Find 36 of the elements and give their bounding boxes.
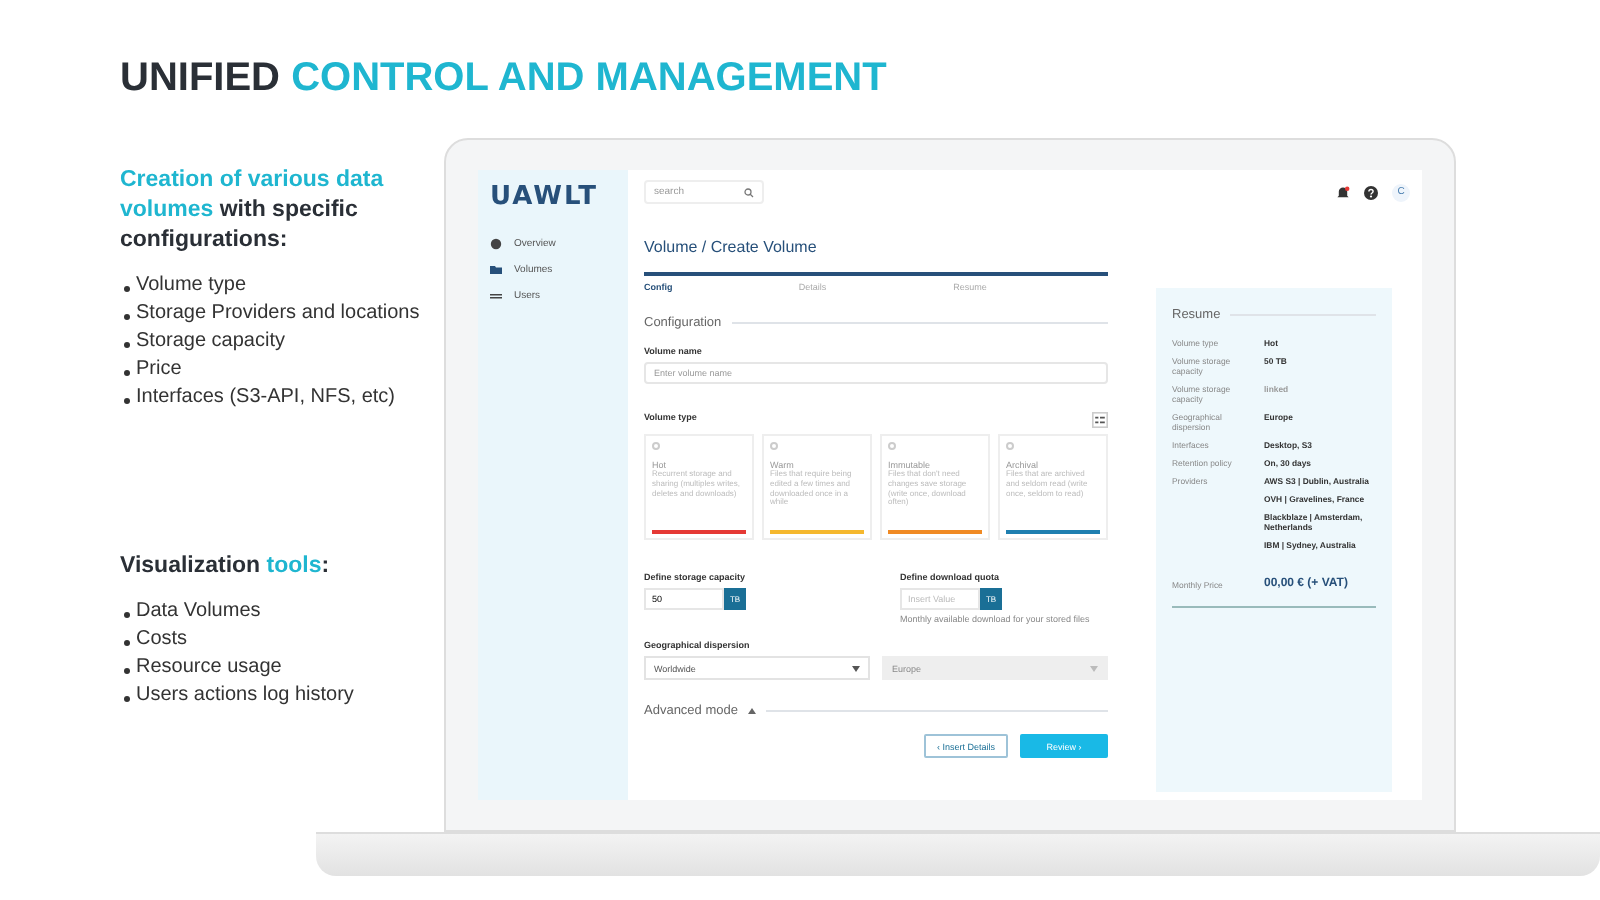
bullet-text: Price [136,355,182,384]
page-title: Volume / Create Volume [644,238,819,256]
bullet-icon [124,667,130,674]
slide-title: UNIFIED CONTROL AND MANAGEMENT [120,56,889,102]
bullet-text: Storage Providers and locations [136,299,420,328]
caret-icon [1090,665,1098,671]
radio-icon [888,442,896,450]
section-heading: Creation of various data volumes with specific configurations: [120,166,386,256]
bullet-text: Users actions log history [136,681,354,710]
bullet-icon [124,369,130,376]
logo: UAWLT [490,182,600,212]
search-icon [744,187,754,197]
bullet-icon [124,695,130,702]
folder-icon [490,264,502,276]
caret-icon [747,708,756,714]
grid-icon[interactable] [1092,412,1108,428]
radio-icon [770,442,778,450]
bullet-text: Interfaces (S3-API, NFS, etc) [136,383,395,412]
caret-icon [852,665,860,671]
bullet-text: Resource usage [136,653,282,682]
bullet-text: Storage capacity [136,327,285,356]
radio-icon [652,442,660,450]
list-icon [490,290,502,302]
bullet-text: Volume type [136,271,247,300]
bullet-icon [124,313,130,320]
bullet-icon [124,285,130,292]
help-icon[interactable] [1364,185,1378,199]
bullet-text: Data Volumes [136,597,261,626]
bullet-text: Costs [136,625,188,654]
radio-icon [1006,442,1014,450]
bullet-icon [124,397,130,404]
bell-icon[interactable] [1336,185,1350,199]
section-heading: Visualization tools: [120,551,332,582]
bullet-icon [124,611,130,618]
bullet-icon [124,639,130,646]
bullet-icon [124,341,130,348]
